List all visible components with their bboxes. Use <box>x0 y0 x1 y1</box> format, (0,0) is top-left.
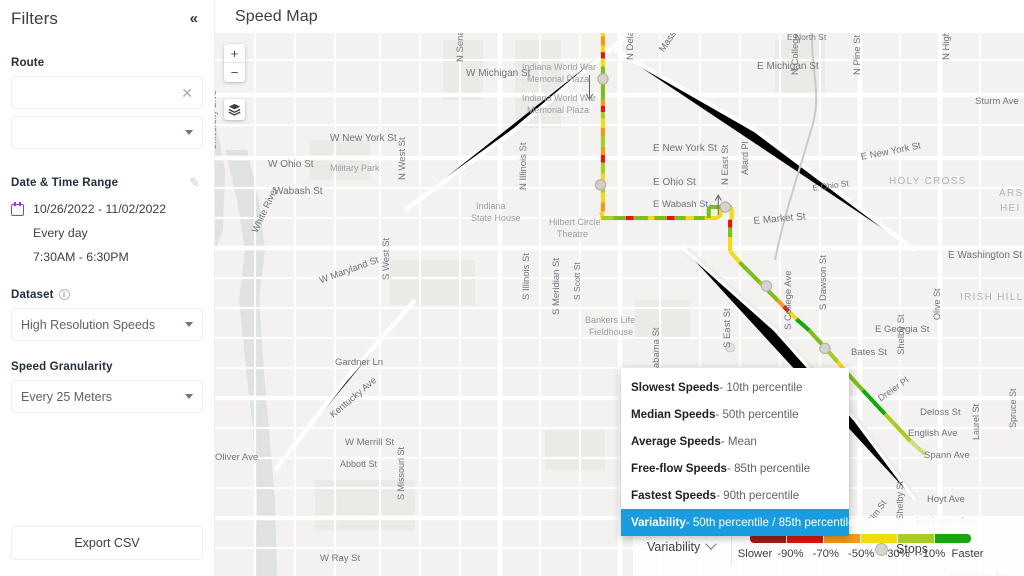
days-value: Every day <box>33 226 88 240</box>
color-scale-tick: Slower <box>737 548 773 560</box>
granularity-value: Every 25 Meters <box>21 389 113 404</box>
granularity-label: Speed Granularity <box>11 361 113 373</box>
speed-menu-item-name: Free-flow Speeds <box>631 462 727 475</box>
zoom-in-button[interactable]: + <box>224 44 245 63</box>
dataset-section: Dataset i High Resolution Speeds <box>0 289 214 341</box>
speed-menu-item[interactable]: Free-flow Speeds - 85th percentile <box>621 455 849 482</box>
speed-menu-item[interactable]: Slowest Speeds - 10th percentile <box>621 374 849 401</box>
export-csv-button[interactable]: Export CSV <box>11 526 203 560</box>
calendar-icon <box>11 202 24 216</box>
caret-down-icon[interactable] <box>185 130 193 135</box>
layers-icon[interactable] <box>224 99 245 120</box>
date-time-header: Date & Time Range ✎ <box>0 175 214 191</box>
speed-menu-item-name: Fastest Speeds <box>631 489 717 502</box>
dataset-value: High Resolution Speeds <box>21 317 156 332</box>
speed-menu-item-desc: - 85th percentile <box>727 462 811 475</box>
speed-menu-item-desc: - 10th percentile <box>719 381 803 394</box>
route-label: Route <box>11 57 45 69</box>
hours-value: 7:30AM - 6:30PM <box>33 250 129 264</box>
speed-menu-item[interactable]: Median Speeds - 50th percentile <box>621 401 849 428</box>
color-scale-labels: Slower -90% -70% -50% -30% -10% Faster <box>737 548 985 560</box>
dataset-select[interactable]: High Resolution Speeds <box>11 308 203 341</box>
date-range-row[interactable]: 10/26/2022 - 11/02/2022 <box>0 202 214 216</box>
caret-down-icon[interactable] <box>185 322 193 327</box>
speed-menu-item[interactable]: Fastest Speeds - 90th percentile <box>621 482 849 509</box>
color-scale-segment <box>935 534 972 543</box>
date-time-section: Date & Time Range ✎ 10/26/2022 - 11/02/2… <box>0 175 214 264</box>
map-area[interactable]: W North StAmerican Legion MallE North St… <box>215 0 1024 576</box>
speed-menu-item-name: Slowest Speeds <box>631 381 720 394</box>
layers-glyph <box>228 103 241 116</box>
granularity-select[interactable]: Every 25 Meters <box>11 380 203 413</box>
speed-menu-item-name: Average Speeds <box>631 435 721 448</box>
close-icon[interactable]: ✕ <box>181 86 193 100</box>
speed-metric-menu[interactable]: Slowest Speeds - 10th percentile Median S… <box>621 368 855 536</box>
sidebar-header: Filters « <box>0 0 214 29</box>
speed-menu-item[interactable]: Average Speeds - Mean <box>621 428 849 455</box>
caret-down-icon[interactable] <box>185 394 193 399</box>
stops-legend-label: Stops <box>896 542 928 556</box>
color-scale: Slower -90% -70% -50% -30% -10% Faster <box>732 534 985 560</box>
route-speed-overlay <box>585 0 928 456</box>
color-scale-tick: -90% <box>777 548 804 560</box>
color-scale-tick: Faster <box>951 548 984 560</box>
map-header: Speed Map <box>215 0 1024 33</box>
stop-circle-icon <box>875 542 889 556</box>
map-title: Speed Map <box>235 7 318 25</box>
export-section: Export CSV <box>11 526 203 560</box>
speed-menu-item-desc: - 90th percentile <box>716 489 800 502</box>
info-icon[interactable]: i <box>58 289 70 300</box>
page-title: Filters <box>11 8 58 28</box>
dataset-label-wrap: Dataset i <box>0 289 214 301</box>
route-section: Route ✕ <box>0 57 214 149</box>
speed-menu-item-desc: - 50th percentile <box>715 408 799 421</box>
chevron-down-icon <box>705 538 717 550</box>
speed-menu-item-desc: - Mean <box>720 435 757 448</box>
speed-map-app: Filters « Route ✕ Date & Time Range ✎ 10… <box>0 0 1024 576</box>
route-direction-select[interactable] <box>11 116 203 149</box>
zoom-controls[interactable]: + − <box>224 44 245 82</box>
stops-legend: Stops <box>875 542 928 556</box>
color-scale-tick: -70% <box>812 548 839 560</box>
speed-menu-item-name: Median Speeds <box>631 408 716 421</box>
filters-sidebar: Filters « Route ✕ Date & Time Range ✎ 10… <box>0 0 215 576</box>
route-input[interactable]: ✕ <box>11 76 203 109</box>
collapse-sidebar-icon[interactable]: « <box>188 8 200 29</box>
metric-selector-label: Variability <box>647 540 701 554</box>
dataset-label: Dataset <box>11 289 54 301</box>
granularity-section: Speed Granularity Every 25 Meters <box>0 361 214 413</box>
date-range-value: 10/26/2022 - 11/02/2022 <box>33 202 167 216</box>
stop-markers <box>594 73 831 355</box>
zoom-out-button[interactable]: − <box>224 63 245 82</box>
color-scale-tick: -50% <box>848 548 875 560</box>
speed-menu-item-desc: - 50th percentile / 85th percentile <box>685 516 855 529</box>
speed-menu-item[interactable]: Variability - 50th percentile / 85th per… <box>621 509 855 536</box>
speed-menu-item-name: Variability <box>631 516 686 529</box>
date-time-label: Date & Time Range <box>11 177 119 189</box>
pencil-icon[interactable]: ✎ <box>189 175 200 191</box>
